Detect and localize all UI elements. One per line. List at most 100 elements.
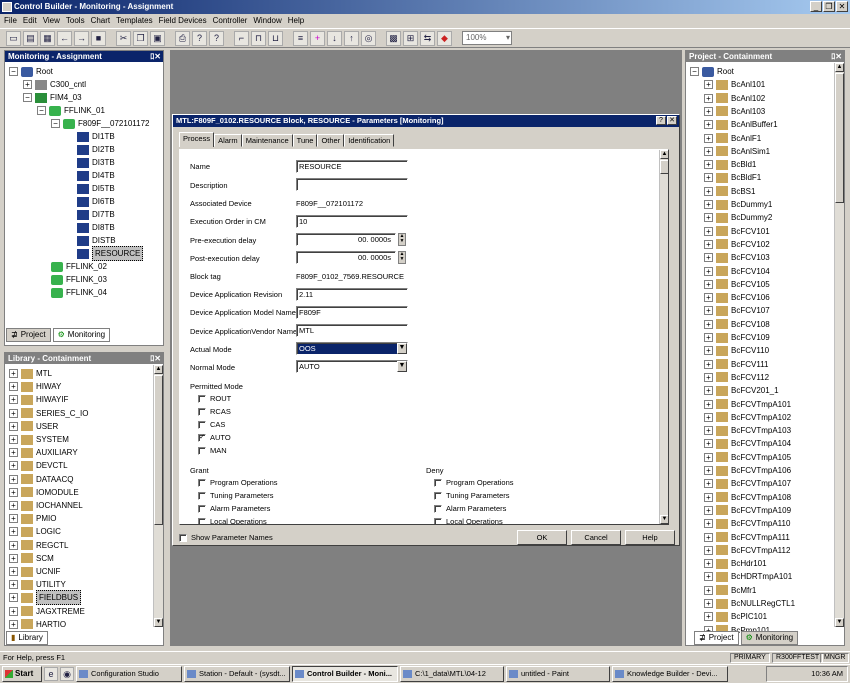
expand-icon[interactable]: + xyxy=(704,333,713,342)
grant-checkbox[interactable]: Alarm Parameters xyxy=(198,504,270,513)
scroll-up-icon[interactable]: ▲ xyxy=(835,63,844,72)
expand-icon[interactable]: + xyxy=(9,395,18,405)
tab-monitoring[interactable]: ⚙ Monitoring xyxy=(52,328,111,342)
expand-icon[interactable]: + xyxy=(704,160,713,170)
project-item[interactable]: + BcFCV111 xyxy=(704,358,769,371)
library-item[interactable]: + UCNIF xyxy=(9,565,60,578)
deny-checkbox[interactable]: Alarm Parameters xyxy=(434,504,506,513)
project-item[interactable]: + BcFCVTmpA108 xyxy=(704,491,791,504)
permitted-mode-checkbox[interactable]: RCAS xyxy=(198,407,231,416)
project-item[interactable]: + BcFCV101 xyxy=(704,225,770,238)
deny-checkbox[interactable]: Local Operations xyxy=(434,517,503,524)
library-item[interactable]: + SERIES_C_IO xyxy=(9,407,88,420)
expand-icon[interactable]: + xyxy=(9,501,18,510)
checkbox-box[interactable] xyxy=(198,420,206,429)
copy-icon[interactable]: ❐ xyxy=(133,30,148,46)
library-item[interactable]: + FIELDBUS xyxy=(9,590,82,606)
project-item[interactable]: + BcAnlF1 xyxy=(704,132,761,145)
library-item[interactable]: + USER xyxy=(9,420,58,433)
tree-item-fflink01[interactable]: − FFLINK_01 xyxy=(37,104,105,117)
expand-icon[interactable]: + xyxy=(704,452,713,462)
project-item[interactable]: + BcBldF1 xyxy=(704,171,761,184)
expand-icon[interactable]: + xyxy=(9,448,18,458)
checkbox-box[interactable] xyxy=(198,446,206,455)
disk-icon[interactable]: ■ xyxy=(91,30,106,46)
tree-item-di8tb[interactable]: DI8TB xyxy=(77,221,115,234)
checkbox-box[interactable] xyxy=(198,478,206,487)
expand-icon[interactable]: + xyxy=(704,186,713,196)
library-item[interactable]: + UTILITY xyxy=(9,578,66,591)
project-item[interactable]: + BcBS1 xyxy=(704,185,755,198)
show-parameter-names-checkbox[interactable]: Show Parameter Names xyxy=(179,533,273,542)
expand-icon[interactable]: + xyxy=(704,572,713,582)
project-item[interactable]: + BcMfr1 xyxy=(704,584,756,597)
project-item[interactable]: + BcFCV107 xyxy=(704,304,770,317)
tree-item-di7tb[interactable]: DI7TB xyxy=(77,208,115,221)
expand-icon[interactable]: + xyxy=(704,106,713,116)
project-item[interactable]: + BcAnl102 xyxy=(704,92,765,105)
context-help-icon[interactable]: ? xyxy=(209,30,224,46)
pre-execution-field[interactable]: 00. 0000s xyxy=(296,233,396,246)
tree-item-device[interactable]: − F809F__072101172 xyxy=(51,117,149,130)
project-item[interactable]: + BcFCV108 xyxy=(704,318,770,331)
expand-icon[interactable]: + xyxy=(704,279,713,289)
checkbox-box[interactable] xyxy=(434,491,442,500)
permitted-mode-checkbox[interactable]: ✓ AUTO xyxy=(198,433,231,442)
menu-templates[interactable]: Templates xyxy=(116,14,152,27)
project-item[interactable]: + BcFCV105 xyxy=(704,278,770,291)
dialog-scrollbar[interactable]: ▲ ▼ xyxy=(659,150,668,524)
project-item[interactable]: + BcHDRTmpA101 xyxy=(704,570,792,583)
library-item[interactable]: + AUXILIARY xyxy=(9,446,78,459)
project-item[interactable]: + BcFCVTmpA103 xyxy=(704,424,791,437)
expand-icon[interactable]: + xyxy=(704,226,713,236)
project-item[interactable]: + BcFCVTmpA109 xyxy=(704,504,791,517)
menu-window[interactable]: Window xyxy=(253,14,281,27)
expand-icon[interactable]: + xyxy=(704,532,713,542)
expand-icon[interactable]: + xyxy=(704,492,713,502)
project-item[interactable]: + BcFCV106 xyxy=(704,291,770,304)
tab-project[interactable]: ⋣ Project xyxy=(694,631,739,645)
permitted-mode-checkbox[interactable]: CAS xyxy=(198,420,225,429)
expand-icon[interactable]: + xyxy=(704,319,713,329)
checkbox-box[interactable] xyxy=(198,407,206,416)
description-field[interactable] xyxy=(296,178,408,191)
menu-help[interactable]: Help xyxy=(288,14,304,27)
paste-icon[interactable]: ▣ xyxy=(150,30,165,46)
checkbox-box[interactable]: ✓ xyxy=(198,433,206,442)
library-item[interactable]: + SYSTEM xyxy=(9,433,69,446)
project-item[interactable]: + BcFCVTmpA102 xyxy=(704,411,791,424)
menu-field-devices[interactable]: Field Devices xyxy=(159,14,207,27)
menu-view[interactable]: View xyxy=(43,14,60,27)
help-button[interactable]: Help xyxy=(625,530,675,545)
align-icon[interactable]: ≡ xyxy=(293,30,308,46)
expand-icon[interactable]: + xyxy=(704,466,713,475)
permitted-mode-checkbox[interactable]: MAN xyxy=(198,446,227,455)
library-scrollbar[interactable]: ▲ ▼ xyxy=(153,365,163,627)
expand-icon[interactable]: + xyxy=(9,435,18,444)
help-icon[interactable]: ? xyxy=(656,116,666,125)
expand-icon[interactable]: + xyxy=(9,606,18,616)
expand-icon[interactable]: + xyxy=(704,213,713,223)
menu-chart[interactable]: Chart xyxy=(91,14,111,27)
model-name-field[interactable]: F809F xyxy=(296,306,408,319)
checkbox-box[interactable] xyxy=(434,504,442,513)
step-icon[interactable]: ⊓ xyxy=(251,30,266,46)
compare-icon[interactable]: ⇆ xyxy=(420,30,435,46)
expand-icon[interactable]: + xyxy=(9,580,18,590)
project-scrollbar[interactable]: ▲ ▼ xyxy=(834,63,844,627)
tab-library[interactable]: ▮ Library xyxy=(6,631,48,645)
tree-item-di4tb[interactable]: DI4TB xyxy=(77,169,115,182)
save-icon[interactable]: ▦ xyxy=(40,30,55,46)
project-item[interactable]: + BcFCVTmpA105 xyxy=(704,451,791,464)
collapse-icon[interactable]: − xyxy=(9,67,18,76)
expand-icon[interactable]: + xyxy=(9,487,18,497)
close-icon[interactable]: ﾛ✕ xyxy=(831,51,842,62)
pre-execution-spinner[interactable]: ▲ ▼ xyxy=(398,233,406,246)
close-icon[interactable]: ﾛ✕ xyxy=(150,353,161,364)
cancel-button[interactable]: Cancel xyxy=(571,530,621,545)
library-item[interactable]: + HIWAYIF xyxy=(9,393,68,406)
scroll-down-icon[interactable]: ▼ xyxy=(154,618,163,627)
menu-file[interactable]: File xyxy=(4,14,17,27)
scroll-thumb[interactable] xyxy=(154,375,163,525)
library-item[interactable]: + HARTIO xyxy=(9,618,66,631)
